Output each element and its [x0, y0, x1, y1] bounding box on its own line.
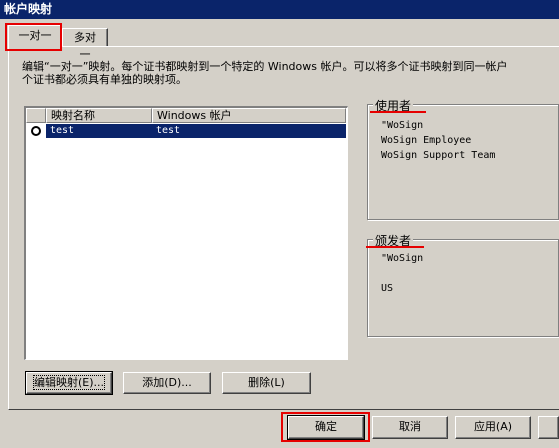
description-line-2: 个证书都必须具有单独的映射项。 [22, 73, 187, 86]
subject-details: "WoSign WoSign Employee WoSign Support T… [381, 118, 495, 163]
delete-mapping-button[interactable]: 删除(L) [222, 372, 311, 394]
column-header-account[interactable]: Windows 帐户 [152, 108, 346, 123]
subject-line-3: WoSign Support Team [381, 150, 496, 161]
row-selection [46, 124, 346, 138]
ok-button[interactable]: 确定 [287, 415, 365, 440]
subject-underline [370, 111, 426, 113]
issuer-underline [366, 246, 424, 248]
edit-mapping-label: 编辑映射(E)... [32, 375, 106, 390]
mapping-list[interactable]: 映射名称 Windows 帐户 test test [24, 106, 348, 360]
cancel-button[interactable]: 取消 [372, 416, 448, 439]
row-account: test [156, 125, 181, 136]
mapping-enabled-icon [31, 126, 41, 136]
apply-button[interactable]: 应用(A) [455, 416, 531, 439]
add-mapping-button[interactable]: 添加(D)... [123, 372, 211, 394]
edit-mapping-button[interactable]: 编辑映射(E)... [25, 371, 113, 395]
description: 编辑“一对一”映射。每个证书都映射到一个特定的 Windows 帐户。可以将多个… [22, 60, 559, 86]
issuer-line-3: US [381, 283, 394, 294]
table-row[interactable]: test test [26, 124, 346, 138]
window-title: 帐户映射 [0, 0, 559, 19]
subject-line-2: WoSign Employee [381, 135, 472, 146]
issuer-line-2 [381, 266, 423, 281]
column-header-name[interactable]: 映射名称 [46, 108, 152, 123]
tab-one-to-one[interactable]: 一对一 [8, 25, 62, 49]
tab-one-to-one-label: 一对一 [18, 29, 52, 42]
tab-many-to-one[interactable]: 多对一 [62, 28, 108, 61]
description-line-1: 编辑“一对一”映射。每个证书都映射到一个特定的 Windows 帐户。可以将多个… [22, 60, 508, 73]
column-header-icon[interactable] [26, 108, 46, 123]
subject-line-1: "WoSign [381, 120, 424, 131]
help-button-partial[interactable] [538, 416, 559, 439]
issuer-line-1: "WoSign [381, 253, 424, 264]
issuer-details: "WoSign US [381, 251, 423, 296]
row-name: test [50, 125, 75, 136]
